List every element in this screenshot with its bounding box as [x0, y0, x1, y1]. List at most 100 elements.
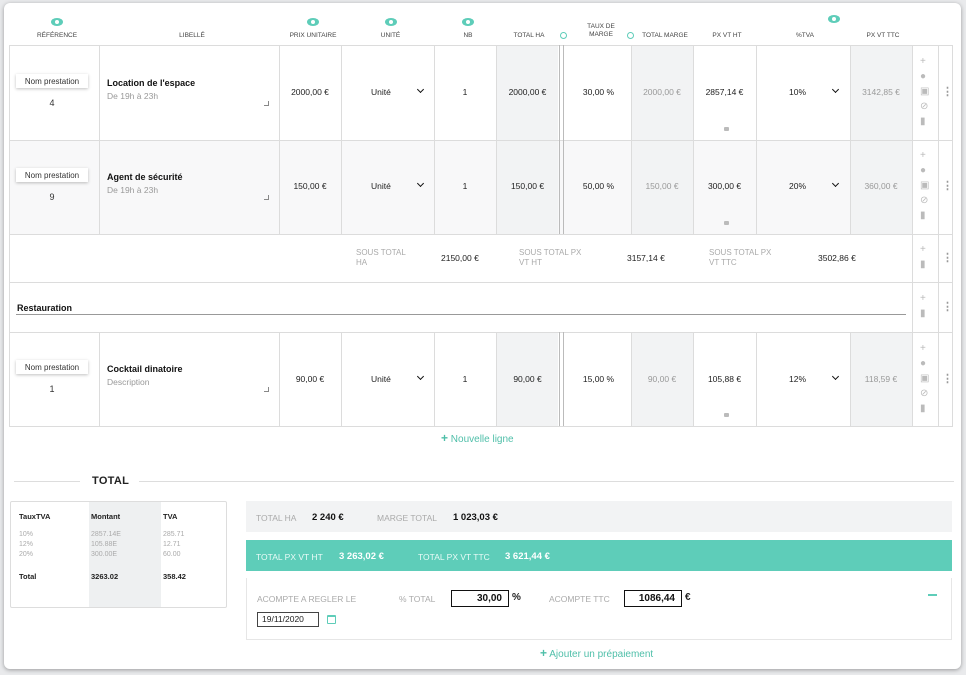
ref-name-field[interactable]: Nom prestation — [16, 168, 88, 182]
plus-icon: + — [540, 646, 548, 660]
subtotal-ttc-value: 3502,86 € — [818, 253, 856, 263]
line-description[interactable]: Description — [107, 377, 150, 387]
vat-select[interactable]: 20% — [789, 181, 806, 191]
deposit-ttc-input[interactable]: 1086,44 — [624, 590, 682, 607]
sale-price-ht[interactable]: 2857,14 € — [693, 87, 756, 97]
ref-name-field[interactable]: Nom prestation — [16, 360, 88, 374]
percent-unit: % — [512, 592, 521, 603]
trash-icon[interactable]: ▮ — [920, 117, 926, 127]
unit-price[interactable]: 90,00 € — [279, 374, 341, 384]
more-options-icon[interactable]: ⋮ — [942, 302, 953, 313]
add-prepayment-button[interactable]: + Ajouter un prépaiement — [540, 646, 653, 660]
eye-icon[interactable] — [51, 18, 63, 26]
add-icon[interactable]: + — [920, 344, 926, 354]
vat-total-label: Total — [19, 572, 37, 581]
comment-icon[interactable]: ● — [920, 72, 926, 82]
section-title[interactable]: Restauration — [17, 303, 72, 313]
quantity[interactable]: 1 — [434, 87, 496, 97]
line-description[interactable]: De 19h à 23h — [107, 91, 158, 101]
disable-icon[interactable]: ⊘ — [920, 102, 928, 112]
unit-select[interactable]: Unité — [371, 181, 391, 191]
line-title[interactable]: Cocktail dinatoire — [107, 364, 183, 374]
chevron-down-icon[interactable] — [416, 85, 425, 94]
lock-icon[interactable] — [724, 413, 729, 417]
trash-icon[interactable]: ▮ — [920, 211, 926, 221]
resize-handle-icon[interactable] — [264, 101, 269, 106]
lock-icon[interactable] — [724, 127, 729, 131]
more-options-icon[interactable]: ⋮ — [942, 181, 953, 192]
quantity[interactable]: 1 — [434, 181, 496, 191]
eye-icon[interactable] — [462, 18, 474, 26]
vat-select[interactable]: 12% — [789, 374, 806, 384]
add-icon[interactable]: + — [920, 151, 926, 161]
add-icon[interactable]: + — [920, 245, 926, 255]
quantity[interactable]: 1 — [434, 374, 496, 384]
resize-handle-icon[interactable] — [264, 195, 269, 200]
col-prix-header: PRIX UNITAIRE — [282, 3, 344, 46]
unit-price[interactable]: 2000,00 € — [279, 87, 341, 97]
new-line-button[interactable]: + Nouvelle ligne — [441, 431, 514, 445]
deposit-date-input[interactable]: 19/11/2020 — [257, 612, 319, 627]
sale-price-ht[interactable]: 300,00 € — [693, 181, 756, 191]
disable-icon[interactable]: ⊘ — [920, 196, 928, 206]
chevron-down-icon[interactable] — [831, 85, 840, 94]
margin-rate[interactable]: 50,00 % — [566, 181, 631, 191]
col-px-ht-header: PX VT HT — [712, 32, 742, 39]
more-options-icon[interactable]: ⋮ — [942, 374, 953, 385]
trash-icon[interactable]: ▮ — [920, 309, 926, 319]
sale-price-ttc: 360,00 € — [864, 181, 898, 191]
unit-price[interactable]: 150,00 € — [279, 181, 341, 191]
col-tva-header: %TVA — [796, 32, 814, 39]
divider — [14, 481, 80, 482]
add-icon[interactable]: + — [920, 294, 926, 304]
duplicate-icon[interactable]: ▣ — [920, 374, 929, 384]
sale-price-ht[interactable]: 105,88 € — [693, 374, 756, 384]
total-margin: 90,00 € — [647, 374, 677, 384]
deposit-pct-input[interactable]: 30,00 — [451, 590, 509, 607]
unit-select[interactable]: Unité — [371, 374, 391, 384]
resize-handle-icon[interactable] — [264, 387, 269, 392]
more-options-icon[interactable]: ⋮ — [942, 87, 953, 98]
marge-total-label: MARGE TOTAL — [377, 513, 437, 523]
remove-deposit-icon[interactable] — [928, 594, 937, 596]
ref-number[interactable]: 1 — [16, 384, 88, 394]
duplicate-icon[interactable]: ▣ — [920, 87, 929, 97]
col-libelle-header: LIBELLÉ — [179, 32, 205, 39]
collapse-icon[interactable] — [627, 32, 634, 39]
trash-icon[interactable]: ▮ — [920, 404, 926, 414]
margin-rate[interactable]: 15,00 % — [566, 374, 631, 384]
add-icon[interactable]: + — [920, 57, 926, 67]
disable-icon[interactable]: ⊘ — [920, 389, 928, 399]
ref-name-field[interactable]: Nom prestation — [16, 74, 88, 88]
unit-select[interactable]: Unité — [371, 87, 391, 97]
divider — [139, 481, 954, 482]
chevron-down-icon[interactable] — [416, 372, 425, 381]
trash-icon[interactable]: ▮ — [920, 260, 926, 270]
vat-header-amount: Montant — [91, 512, 121, 521]
eye-icon[interactable] — [828, 15, 840, 23]
comment-icon[interactable]: ● — [920, 166, 926, 176]
margin-rate[interactable]: 30,00 % — [566, 87, 631, 97]
comment-icon[interactable]: ● — [920, 359, 926, 369]
vat-cell: 300.00E — [91, 551, 118, 558]
vat-header-rate: TauxTVA — [19, 512, 51, 521]
lock-icon[interactable] — [724, 221, 729, 225]
ref-number[interactable]: 9 — [16, 192, 88, 202]
marge-total-value: 1 023,03 € — [453, 512, 498, 523]
line-title[interactable]: Agent de sécurité — [107, 172, 183, 182]
more-options-icon[interactable]: ⋮ — [942, 253, 953, 264]
deposit-ttc-label: ACOMPTE TTC — [549, 594, 610, 604]
duplicate-icon[interactable]: ▣ — [920, 181, 929, 191]
line-title[interactable]: Location de l'espace — [107, 78, 195, 88]
total-ha: 90,00 € — [513, 374, 542, 384]
line-description[interactable]: De 19h à 23h — [107, 185, 158, 195]
eye-icon[interactable] — [307, 18, 319, 26]
eye-icon[interactable] — [384, 18, 397, 26]
chevron-down-icon[interactable] — [831, 372, 840, 381]
subtotal-ha-label: SOUS TOTAL HA — [356, 248, 406, 267]
ref-number[interactable]: 4 — [16, 98, 88, 108]
deposit-pct-label: % TOTAL — [399, 594, 436, 604]
expand-icon[interactable] — [560, 32, 567, 39]
vat-select[interactable]: 10% — [789, 87, 806, 97]
calendar-icon[interactable] — [327, 615, 336, 624]
